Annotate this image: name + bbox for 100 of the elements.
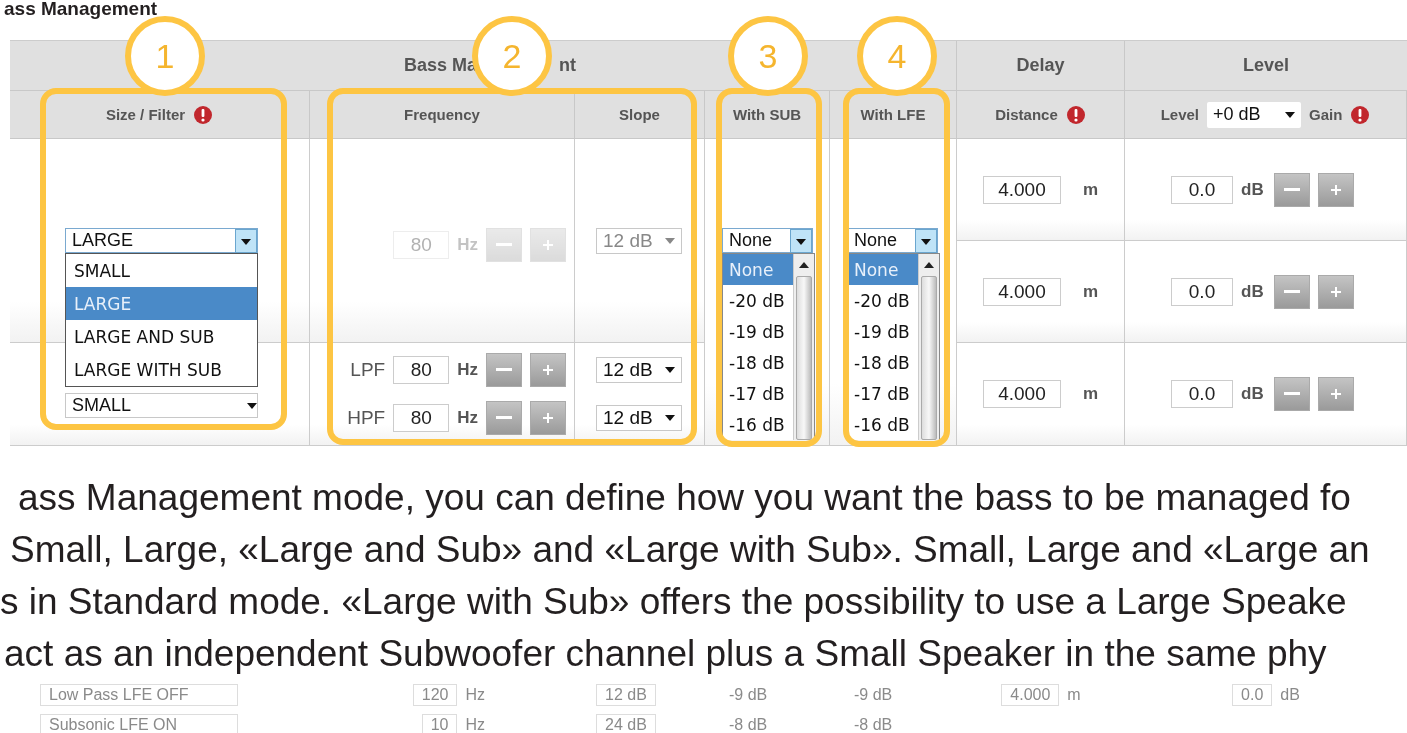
slope-dropdown[interactable]: 12 dB [596,684,656,706]
dropdown-option[interactable]: -18 dB [848,347,918,378]
dropdown-option[interactable]: -17 dB [848,378,918,409]
caret-icon [1285,111,1295,118]
plus-button[interactable] [1317,172,1354,207]
filter-label: HPF [347,407,386,429]
unit-label: m [1082,179,1099,200]
scrollbar[interactable] [793,254,814,440]
level-input[interactable]: 0.0 [1171,175,1233,204]
body-text-line: Small, Large, «Large and Sub» and «Large with Sub». Small, Large and «Large an [9,528,1371,572]
dropdown-option: -9 dB [729,686,768,704]
scroll-up-arrow-icon [799,262,809,268]
plus-icon [543,365,553,375]
slope-dropdown[interactable]: 12 dB [596,405,682,431]
warning-icon [193,104,214,125]
unit-label: Hz [457,235,478,255]
level-input[interactable]: 0.0 [1171,380,1233,408]
dropdown-option[interactable]: LARGE AND SUB [66,320,257,353]
distance-input[interactable]: 4.000 [982,277,1061,306]
plus-icon [543,413,553,423]
plus-button[interactable] [1317,274,1354,309]
caret-icon [665,367,675,373]
callout-number: 3 [728,16,808,96]
scroll-up-arrow-icon [924,262,934,268]
column-header: Size / Filter [105,106,186,123]
plus-icon [543,240,553,250]
minus-button[interactable] [1273,274,1310,309]
body-text-line: s in Standard mode. «Large with Sub» offers the possibility to use a Large Speake [0,580,1348,624]
dropdown-option[interactable]: -19 dB [848,316,918,347]
slope-dropdown[interactable]: 12 dB [596,357,682,383]
size-dropdown[interactable]: LARGE [65,228,258,253]
dropdown-option: -9 dB [854,686,893,704]
warning-icon [1065,104,1086,125]
minus-icon [1283,187,1300,192]
column-header: With LFE [860,106,926,123]
callout-number: 1 [125,16,205,96]
plus-button[interactable] [530,353,566,387]
unit-label: dB [1280,686,1300,704]
group-header: nt [559,55,577,76]
unit-label: m [1067,686,1081,704]
unit-label: Hz [457,360,478,380]
minus-icon [1283,289,1300,294]
column-header: Frequency [404,106,480,123]
minus-button[interactable] [486,401,522,435]
minus-button[interactable] [1273,172,1310,207]
unit-label: dB [1241,384,1264,404]
callout-number: 4 [857,16,937,96]
dropdown-option[interactable]: -16 dB [848,409,918,440]
plus-button[interactable] [1317,377,1354,411]
unit-label: Hz [457,408,478,428]
filter-dropdown[interactable]: Subsonic LFE ON [40,714,238,733]
distance-input[interactable]: 4.000 [1001,684,1060,706]
dropdown-option[interactable]: -20 dB [848,285,918,316]
unit-label: m [1082,281,1099,302]
gain-dropdown[interactable]: None [722,228,813,253]
distance-input[interactable]: 4.000 [982,175,1061,204]
filter-dropdown[interactable]: Low Pass LFE OFF [40,684,238,706]
body-text-line: act as an independent Subwoofer channel plus a Small Speaker in the same phy [3,632,1328,676]
plus-icon [1330,286,1341,297]
unit-label: dB [1241,281,1264,302]
body-text-line: ass Management mode, you can define how you want the bass to be managed fo [17,476,1352,520]
dropdown-option[interactable]: -19 dB [723,316,793,347]
filter-label: LPF [350,359,386,381]
dropdown-option[interactable]: -18 dB [723,347,793,378]
dropdown-option[interactable]: -20 dB [723,285,793,316]
distance-input[interactable]: 4.000 [982,380,1061,408]
plus-button[interactable] [530,401,566,435]
dropdown-option: -8 dB [729,716,768,733]
minus-icon [496,416,512,420]
warning-icon [1350,104,1371,125]
caret-icon [247,402,257,409]
group-header: Delay [1016,55,1065,76]
level-dropdown[interactable]: +0 dB [1207,101,1301,128]
column-header: Gain [1309,106,1343,123]
plus-icon [1330,184,1341,195]
unit-label: m [1082,384,1099,404]
minus-button[interactable] [1273,377,1310,411]
column-header: Level [1160,106,1199,123]
size-dropdown[interactable]: SMALL [65,393,258,418]
gain-dropdown[interactable]: None [847,228,938,253]
minus-button[interactable] [486,353,522,387]
unit-label: Hz [465,716,485,733]
level-input[interactable]: 0.0 [1232,684,1273,706]
scrollbar[interactable] [918,254,939,440]
plus-icon [1330,389,1341,399]
caret-icon [665,415,675,421]
minus-icon [496,368,512,372]
dropdown-option[interactable]: -16 dB [723,409,793,440]
column-header: Slope [619,106,660,123]
group-header: Level [1243,55,1289,76]
dropdown-option[interactable]: SMALL [66,254,257,287]
column-header: With SUB [732,106,802,123]
frequency-input[interactable]: 80 [393,404,450,432]
dropdown-option: -8 dB [854,716,893,733]
frequency-input[interactable]: 80 [393,356,450,384]
dropdown-option[interactable]: -17 dB [723,378,793,409]
column-header: Distance [995,106,1058,123]
level-input[interactable]: 0.0 [1171,277,1233,306]
dropdown-option[interactable]: LARGE WITH SUB [66,353,257,386]
slope-dropdown[interactable]: 24 dB [596,714,656,733]
